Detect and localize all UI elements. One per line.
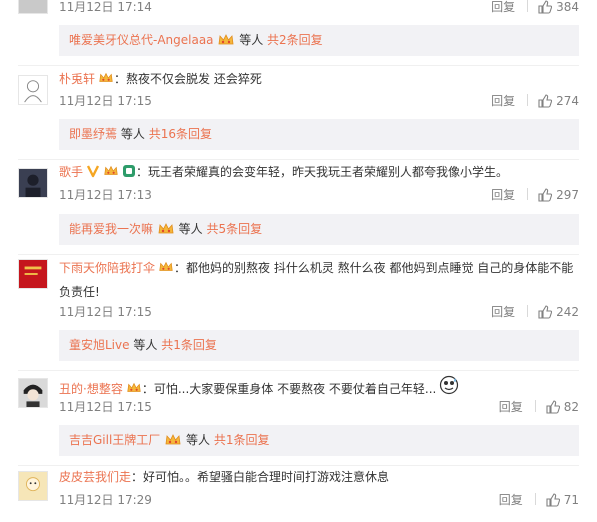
like-count: 82 — [563, 400, 579, 414]
avatar-image — [19, 76, 47, 104]
comment-username[interactable]: 朴兎轩 — [59, 72, 95, 86]
reply-summary-text: 等人 — [239, 33, 264, 47]
divider — [527, 94, 529, 106]
avatar-image — [19, 260, 47, 288]
like-thumb-icon[interactable] — [538, 0, 553, 18]
like-count: 274 — [556, 94, 579, 108]
reply-summary-count[interactable]: 共1条回复 — [214, 433, 270, 447]
comment-time: 11月12日 17:15 — [59, 305, 152, 319]
divider — [18, 65, 579, 66]
reply-summary-user[interactable]: 吉吉Gill王牌工厂 — [69, 433, 160, 447]
comment-username[interactable]: 下雨天你陪我打伞 — [59, 261, 155, 275]
reply-summary-count[interactable]: 共2条回复 — [267, 33, 323, 47]
vip-crown-icon — [103, 164, 119, 183]
comment-username[interactable]: 皮皮芸我们走 — [59, 470, 131, 484]
comment-time: 11月12日 17:29 — [59, 493, 152, 507]
reply-summary-bar[interactable]: 能再爱我一次嘛 等人 共5条回复 — [59, 214, 579, 245]
comment-username[interactable]: 歌手 — [59, 165, 83, 179]
like-thumb-icon[interactable] — [538, 188, 553, 206]
reply-button[interactable]: 回复 — [491, 305, 515, 319]
like-thumb-icon[interactable] — [546, 493, 560, 511]
reply-summary-user[interactable]: 童安旭Live — [69, 338, 130, 352]
divider — [18, 465, 579, 466]
comment-time: 11月12日 17:15 — [59, 400, 152, 414]
v-verified-icon — [86, 164, 100, 183]
comment-text: 玩王者荣耀真的会变年轻，昨天我玩王者荣耀别人都夸我像小学生。 — [148, 165, 509, 179]
comment-actions: 回复 242 — [491, 304, 579, 320]
vip-crown-icon — [98, 71, 114, 90]
like-count: 242 — [556, 305, 579, 319]
reply-summary-bar[interactable]: 吉吉Gill王牌工厂 等人 共1条回复 — [59, 425, 579, 456]
reply-summary-bar[interactable]: 唯爱美牙仪总代-Angelaaa 等人 共2条回复 — [59, 25, 579, 56]
reply-summary-count[interactable]: 共5条回复 — [207, 222, 263, 236]
reply-summary-count[interactable]: 共16条回复 — [149, 127, 212, 141]
divider — [18, 370, 579, 371]
like-thumb-icon[interactable] — [546, 400, 560, 418]
avatar-image — [19, 169, 47, 197]
comment-text: 好可怕。。希望骚白能合理时间打游戏注意休息 — [143, 470, 390, 484]
reply-summary-count[interactable]: 共1条回复 — [161, 338, 217, 352]
comment-body: 朴兎轩 ：熬夜不仅会脱发 还会猝死 — [59, 70, 262, 90]
like-thumb-icon[interactable] — [538, 94, 553, 112]
divider — [527, 305, 529, 317]
comment-actions: 回复 274 — [491, 93, 579, 109]
comment-time: 11月12日 17:13 — [59, 188, 152, 202]
avatar[interactable] — [18, 0, 48, 14]
like-count: 71 — [563, 493, 579, 507]
reply-summary-user[interactable]: 即墨纾蔫 — [69, 127, 117, 141]
reply-button[interactable]: 回复 — [491, 0, 515, 14]
sweat-face-emoji-icon — [439, 375, 459, 400]
avatar[interactable] — [18, 471, 48, 501]
vip-crown-icon — [126, 381, 142, 400]
reply-summary-text: 等人 — [178, 222, 203, 236]
comment-actions: 回复 384 — [491, 0, 579, 15]
reply-summary-user[interactable]: 能再爱我一次嘛 — [69, 222, 153, 236]
vip-crown-icon — [158, 259, 174, 281]
comment-body: 下雨天你陪我打伞 ：都他妈的别熬夜 抖什么机灵 熬什么夜 都他妈到点睡觉 自己的身… — [59, 259, 574, 299]
avatar-image — [19, 379, 47, 407]
comment-text: 可怕...大家要保重身体 不要熬夜 不要仗着自己年轻... — [153, 382, 437, 396]
vip-crown-icon — [157, 217, 175, 248]
reply-button[interactable]: 回复 — [499, 400, 523, 414]
comment-body: 皮皮芸我们走：好可怕。。希望骚白能合理时间打游戏注意休息 — [59, 470, 390, 484]
avatar[interactable] — [18, 378, 48, 408]
reply-summary-text: 等人 — [133, 338, 158, 352]
reply-button[interactable]: 回复 — [491, 94, 515, 108]
avatar-image — [19, 0, 47, 13]
reply-summary-bar[interactable]: 即墨纾蔫 等人 共16条回复 — [59, 119, 579, 150]
avatar-image — [19, 472, 47, 500]
like-count: 384 — [556, 0, 579, 14]
reply-button[interactable]: 回复 — [499, 493, 523, 507]
reply-summary-text: 等人 — [120, 127, 145, 141]
avatar[interactable] — [18, 75, 48, 105]
vip-crown-icon — [217, 28, 235, 59]
comment-body: 歌手 ：玩王者荣耀真的会变年轻，昨天我玩王者荣耀别人都夸我像小学生。 — [59, 163, 508, 183]
divider — [527, 0, 529, 12]
divider — [18, 254, 579, 255]
reply-summary-bar[interactable]: 童安旭Live 等人 共1条回复 — [59, 330, 579, 361]
like-count: 297 — [556, 188, 579, 202]
reply-summary-user[interactable]: 唯爱美牙仪总代-Angelaaa — [69, 33, 214, 47]
like-thumb-icon[interactable] — [538, 305, 553, 323]
avatar[interactable] — [18, 168, 48, 198]
comment-time: 11月12日 17:15 — [59, 94, 152, 108]
comment-time: 11月12日 17:14 — [59, 0, 152, 14]
comment-actions: 回复 82 — [499, 399, 579, 415]
comment-username[interactable]: 丑的·想整容 — [59, 382, 123, 396]
comment-text: 熬夜不仅会脱发 还会猝死 — [126, 72, 262, 86]
reply-button[interactable]: 回复 — [491, 188, 515, 202]
avatar[interactable] — [18, 259, 48, 289]
comment-body: 丑的·想整容 ：可怕...大家要保重身体 不要熬夜 不要仗着自己年轻... — [59, 375, 459, 400]
level-badge-icon — [122, 164, 136, 183]
divider — [534, 400, 536, 412]
divider — [18, 159, 579, 160]
comment-actions: 回复 297 — [491, 187, 579, 203]
vip-crown-icon — [164, 428, 182, 459]
divider — [534, 493, 536, 505]
reply-summary-text: 等人 — [185, 433, 210, 447]
divider — [527, 188, 529, 200]
comment-actions: 回复 71 — [499, 492, 579, 508]
